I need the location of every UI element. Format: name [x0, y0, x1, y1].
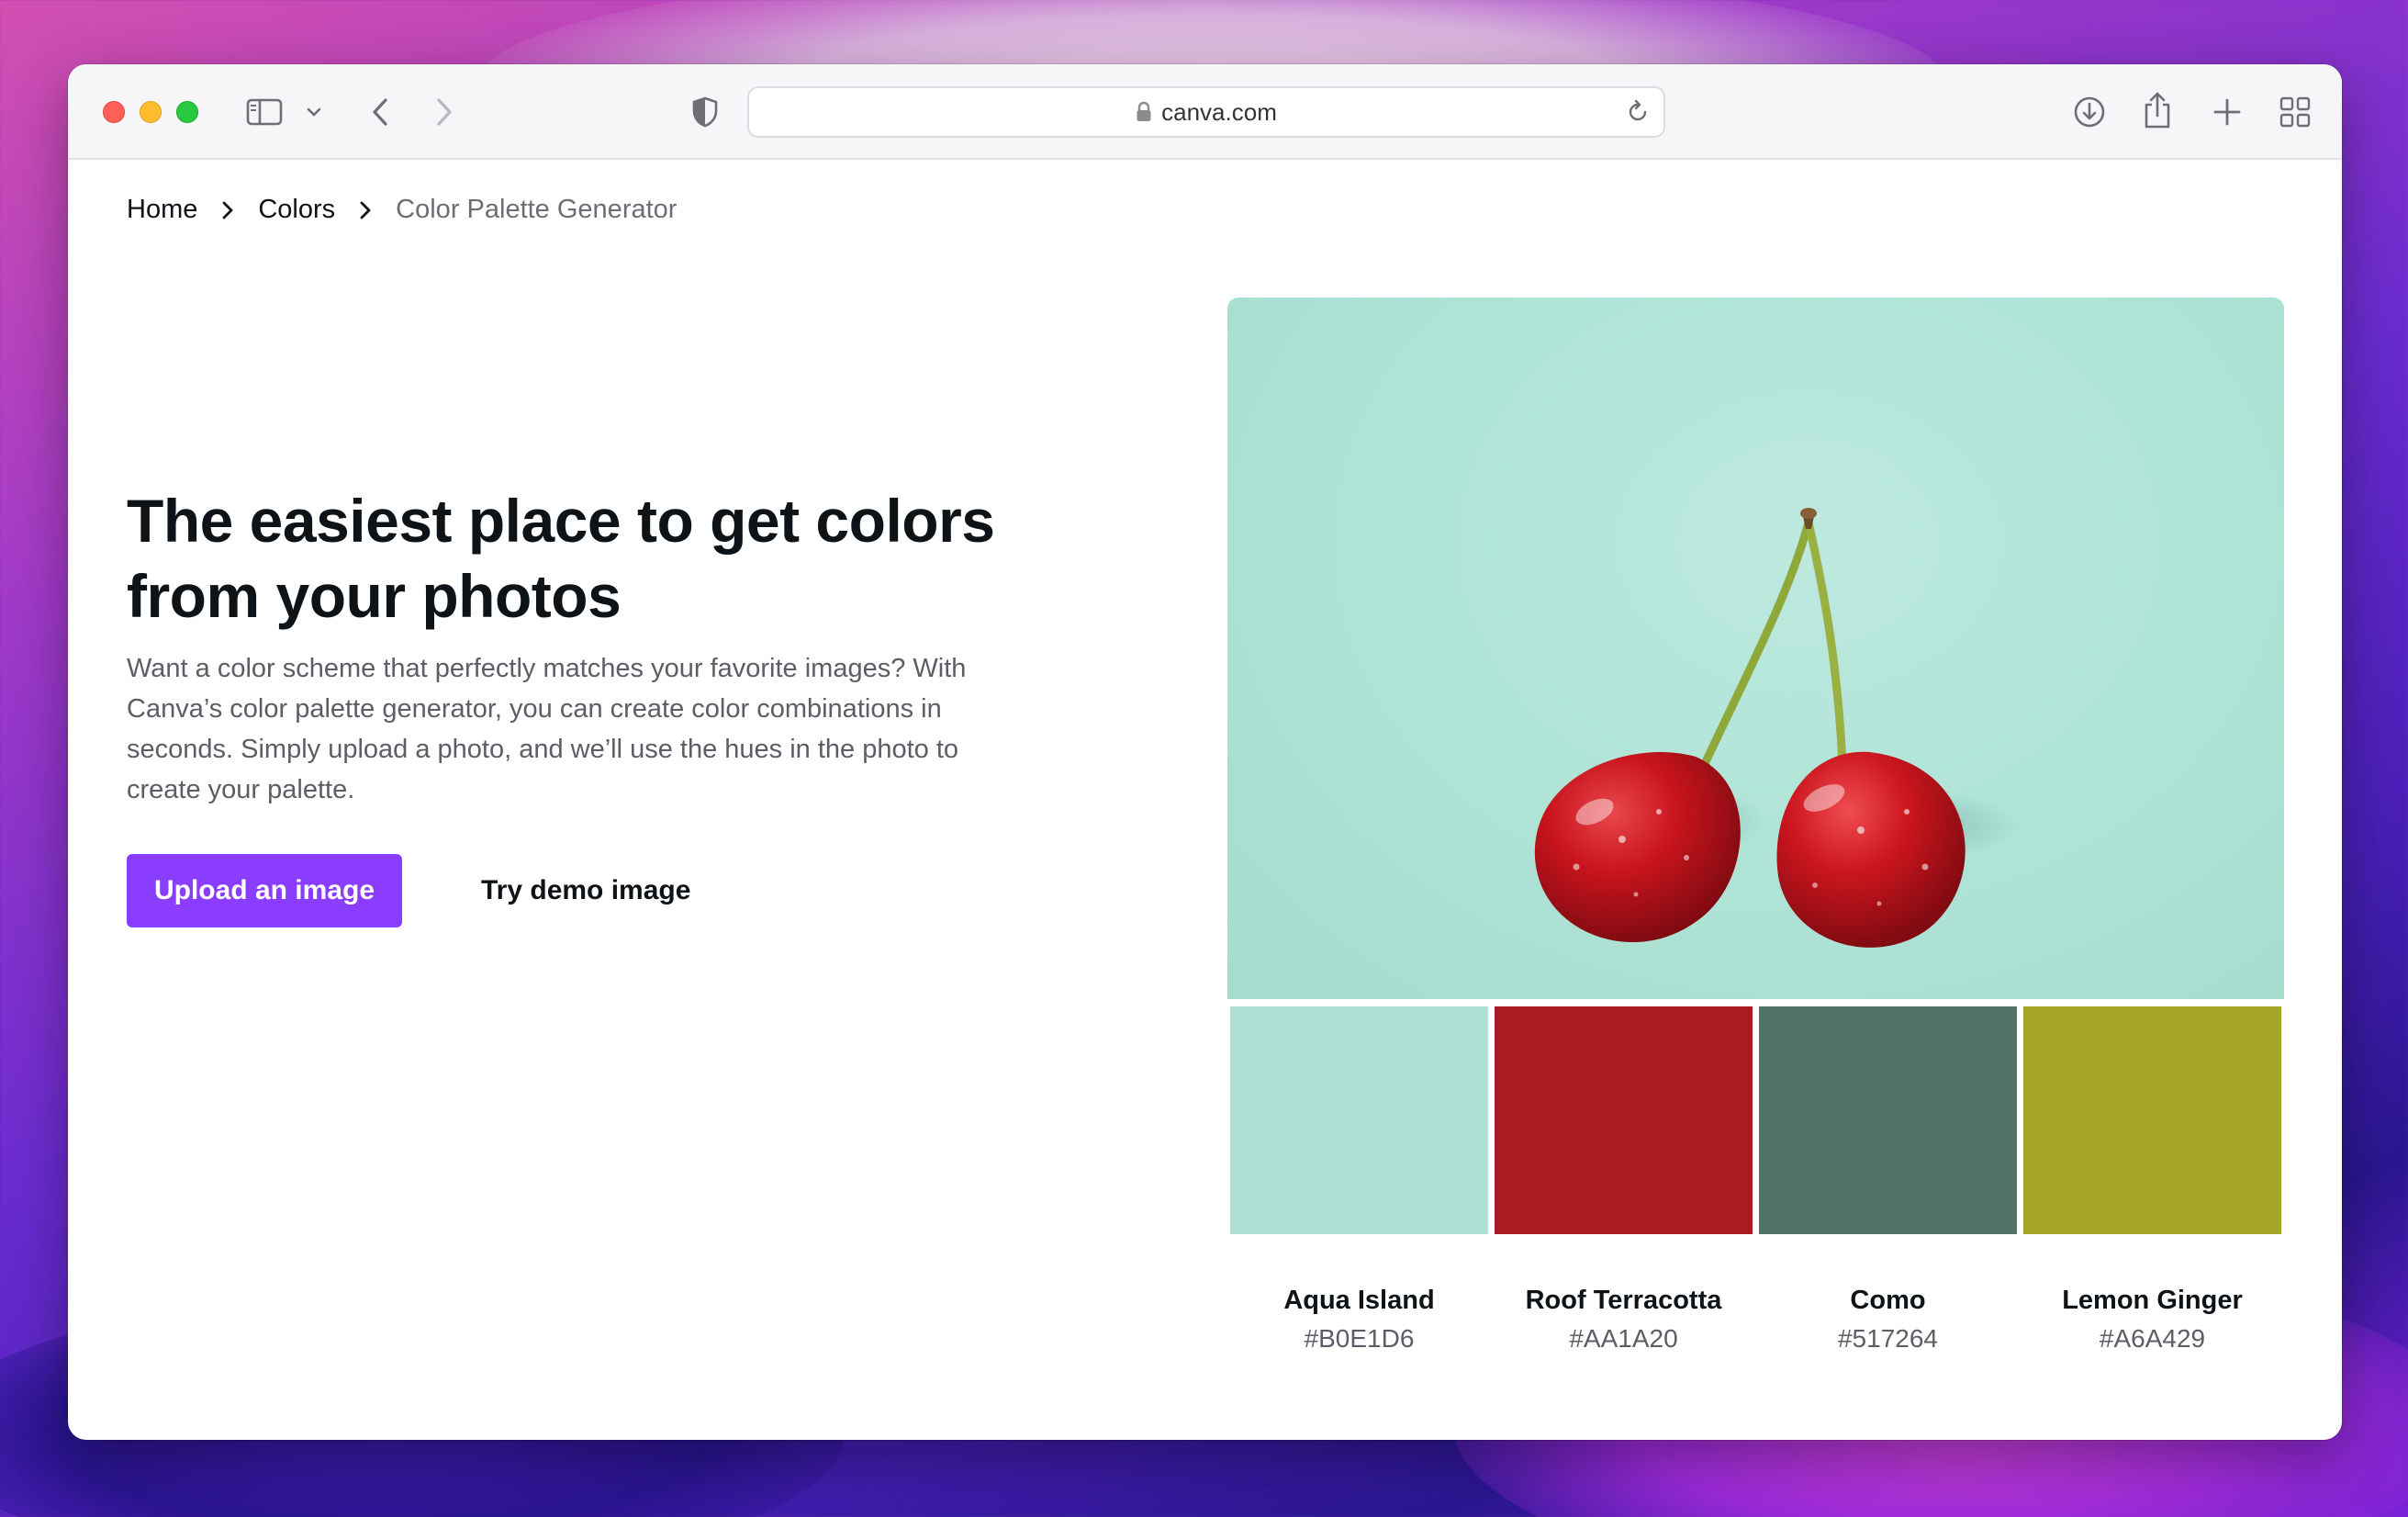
hero-description: Want a color scheme that perfectly match… — [127, 654, 967, 804]
share-icon[interactable] — [2137, 88, 2178, 132]
breadcrumb: Home Colors Color Palette Generator — [127, 195, 677, 225]
color-name: Lemon Ginger — [2062, 1286, 2243, 1315]
browser-toolbar: canva.com — [68, 64, 2342, 160]
page-content: Home Colors Color Palette Generator The … — [68, 162, 2342, 1440]
sidebar-toggle-icon[interactable] — [244, 96, 285, 129]
color-label: Como #517264 — [1759, 1282, 2017, 1359]
cherry-photo — [1227, 298, 2284, 999]
swatch-como[interactable] — [1759, 1006, 2017, 1234]
swatch-aqua-island[interactable] — [1230, 1006, 1488, 1234]
reload-icon[interactable] — [1625, 99, 1651, 129]
color-hex[interactable]: #B0E1D6 — [1230, 1319, 1488, 1359]
color-hex[interactable]: #AA1A20 — [1495, 1319, 1753, 1359]
chevron-right-icon — [221, 200, 234, 220]
try-demo-image-button[interactable]: Try demo image — [463, 854, 709, 927]
new-tab-plus-icon[interactable] — [2207, 92, 2247, 132]
url-text: canva.com — [1161, 97, 1277, 126]
color-name: Como — [1850, 1286, 1926, 1315]
color-label: Lemon Ginger #A6A429 — [2023, 1282, 2281, 1359]
page-title-line-2: from your photos — [127, 562, 622, 630]
chevron-down-icon[interactable] — [303, 101, 325, 123]
color-label: Aqua Island #B0E1D6 — [1230, 1282, 1488, 1359]
breadcrumb-current-page: Color Palette Generator — [396, 195, 678, 224]
breadcrumb-colors-link[interactable]: Colors — [258, 195, 335, 225]
palette-labels: Aqua Island #B0E1D6 Roof Terracotta #AA1… — [1230, 1282, 2281, 1359]
lock-icon — [1136, 101, 1152, 123]
back-arrow-icon[interactable] — [360, 92, 400, 132]
color-hex[interactable]: #517264 — [1759, 1319, 2017, 1359]
minimize-window-button[interactable] — [140, 101, 162, 123]
page-title-line-1: The easiest place to get colors — [127, 487, 995, 555]
address-bar[interactable]: canva.com — [747, 86, 1665, 138]
swatch-lemon-ginger[interactable] — [2023, 1006, 2281, 1234]
privacy-shield-icon[interactable] — [685, 92, 725, 132]
tab-overview-grid-icon[interactable] — [2275, 92, 2315, 132]
swatch-roof-terracotta[interactable] — [1495, 1006, 1753, 1234]
page-title: The easiest place to get colors from you… — [127, 483, 1045, 634]
zoom-window-button[interactable] — [176, 101, 198, 123]
forward-arrow-icon[interactable] — [424, 92, 465, 132]
close-window-button[interactable] — [103, 101, 125, 123]
upload-image-button[interactable]: Upload an image — [127, 854, 402, 927]
download-icon[interactable] — [2069, 92, 2110, 132]
chevron-right-icon — [359, 200, 372, 220]
color-label: Roof Terracotta #AA1A20 — [1495, 1282, 1753, 1359]
color-hex[interactable]: #A6A429 — [2023, 1319, 2281, 1359]
browser-window: canva.com Home Colors Color Palette Gene… — [68, 64, 2342, 1440]
breadcrumb-home-link[interactable]: Home — [127, 195, 197, 225]
color-name: Aqua Island — [1283, 1286, 1435, 1315]
palette-swatches — [1230, 1006, 2281, 1234]
color-name: Roof Terracotta — [1525, 1286, 1722, 1315]
